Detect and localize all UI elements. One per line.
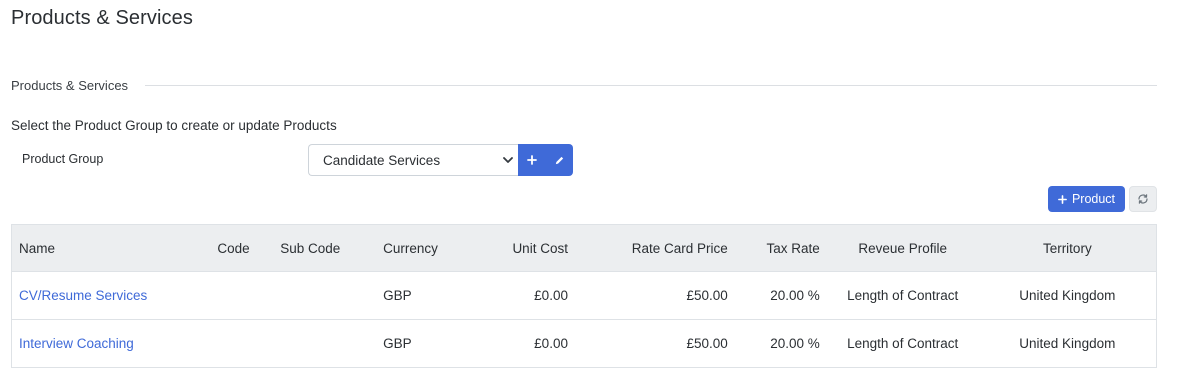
table-row: CV/Resume Services GBP £0.00 £50.00 20.0… [11,271,1157,320]
product-tax-rate-cell: 20.00 % [770,288,820,303]
product-name-link[interactable]: CV/Resume Services [19,288,147,303]
product-tax-rate-cell: 20.00 % [770,336,820,351]
column-header-currency[interactable]: Currency [376,225,476,272]
refresh-icon [1138,194,1148,204]
product-group-select[interactable]: Candidate Services [308,144,519,176]
product-territory-cell: United Kingdom [1019,336,1116,351]
instruction-text: Select the Product Group to create or up… [11,118,337,133]
product-sub-code-cell [273,320,376,368]
column-header-unit-cost[interactable]: Unit Cost [476,225,575,272]
product-sub-code-cell [273,272,376,320]
column-header-sub-code[interactable]: Sub Code [273,225,376,272]
column-header-tax-rate[interactable]: Tax Rate [735,225,827,272]
chevron-down-icon [503,157,513,163]
product-name-link[interactable]: Interview Coaching [19,336,134,351]
add-product-button-label: Product [1071,192,1116,206]
section-label: Products & Services [11,77,129,93]
product-rate-card-price-cell: £50.00 [686,336,728,351]
section-divider [145,84,1157,86]
plus-icon [527,155,537,165]
edit-product-group-button[interactable] [546,144,573,176]
column-header-name[interactable]: Name [12,225,211,272]
plus-icon [1058,194,1067,204]
add-product-button[interactable]: Product [1048,186,1125,212]
product-code-cell [210,272,273,320]
section-header: Products & Services [11,77,1157,93]
table-header-row: Name Code Sub Code Currency Unit Cost Ra… [11,224,1157,272]
product-group-label: Product Group [22,152,104,166]
pencil-icon [555,156,564,164]
products-table: Name Code Sub Code Currency Unit Cost Ra… [11,224,1157,368]
product-unit-cost-cell: £0.00 [534,336,568,351]
page-title: Products & Services [11,7,193,29]
table-row: Interview Coaching GBP £0.00 £50.00 20.0… [11,319,1157,368]
column-header-territory[interactable]: Territory [979,225,1157,272]
refresh-button[interactable] [1129,186,1157,212]
product-group-selected-value: Candidate Services [323,152,441,168]
product-currency-cell: GBP [383,288,412,303]
add-product-group-button[interactable] [518,144,546,176]
product-currency-cell: GBP [383,336,412,351]
product-rate-card-price-cell: £50.00 [686,288,728,303]
product-revenue-profile-cell: Length of Contract [847,336,959,351]
column-header-code[interactable]: Code [210,225,273,272]
column-header-revenue-profile[interactable]: Reveue Profile [827,225,979,272]
column-header-rate-card-price[interactable]: Rate Card Price [575,225,735,272]
product-code-cell [210,320,273,368]
product-unit-cost-cell: £0.00 [534,288,568,303]
product-territory-cell: United Kingdom [1019,288,1116,303]
product-revenue-profile-cell: Length of Contract [847,288,959,303]
